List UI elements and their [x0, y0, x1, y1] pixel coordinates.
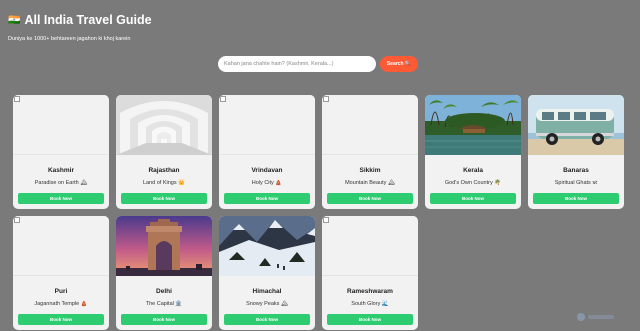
destination-tagline: The Capital 🏛️	[145, 301, 183, 307]
broken-image-icon	[323, 217, 329, 223]
broken-image-icon	[14, 217, 20, 223]
destination-tagline: Jagannath Temple 🛕	[34, 301, 88, 307]
destination-name: Rajasthan	[148, 167, 180, 174]
destination-image-india-gate	[116, 216, 212, 276]
destination-name: Kashmir	[47, 167, 74, 174]
watermark-logo	[576, 312, 616, 324]
search-button[interactable]: Search 🔍	[380, 56, 418, 72]
destination-name: Banaras	[563, 167, 589, 174]
destination-card-banaras: Banaras Spiritual Ghats 🕉 Book Now	[528, 95, 624, 209]
destination-image-broken	[13, 216, 109, 276]
book-now-button[interactable]: Book Now	[224, 314, 310, 325]
destination-card-rajasthan: Rajasthan Land of Kings 👑 Book Now	[116, 95, 212, 209]
destination-image-broken	[322, 95, 418, 155]
broken-image-icon	[323, 96, 329, 102]
book-now-button[interactable]: Book Now	[121, 193, 207, 204]
destination-image-broken	[322, 216, 418, 276]
page-title: 🇮🇳 All India Travel Guide	[8, 13, 152, 27]
destination-tagline: Land of Kings 👑	[142, 180, 185, 186]
snow-mountains-illustration	[219, 216, 315, 276]
book-now-button[interactable]: Book Now	[224, 193, 310, 204]
destination-image-van	[528, 95, 624, 155]
destination-name: Rameshwaram	[347, 288, 393, 295]
destination-image-snow-mountains	[219, 216, 315, 276]
search-bar: Search 🔍	[218, 56, 418, 72]
destination-grid: Kashmir Paradise on Earth 🏔 Book Now Raj…	[13, 95, 624, 330]
broken-image-icon	[14, 96, 20, 102]
book-now-button[interactable]: Book Now	[327, 314, 413, 325]
kerala-houseboat-illustration	[425, 95, 521, 155]
destination-image-broken	[219, 95, 315, 155]
destination-card-kerala: Kerala God's Own Country 🌴 Book Now	[425, 95, 521, 209]
destination-card-himachal: Himachal Snowy Peaks 🏔 Book Now	[219, 216, 315, 330]
vintage-van-illustration	[528, 95, 624, 155]
book-now-button[interactable]: Book Now	[327, 193, 413, 204]
arches-illustration	[116, 95, 212, 155]
destination-tagline: South Glory 🌊	[351, 301, 389, 307]
destination-tagline: Holy City 🛕	[251, 180, 283, 186]
destination-name: Himachal	[252, 288, 282, 295]
book-now-button[interactable]: Book Now	[533, 193, 619, 204]
book-now-button[interactable]: Book Now	[430, 193, 516, 204]
destination-card-delhi: Delhi The Capital 🏛️ Book Now	[116, 216, 212, 330]
destination-tagline: Mountain Beauty 🏔	[345, 180, 395, 186]
page-title-text: All India Travel Guide	[24, 13, 152, 27]
book-now-button[interactable]: Book Now	[121, 314, 207, 325]
destination-image-arches	[116, 95, 212, 155]
destination-name: Sikkim	[359, 167, 381, 174]
destination-name: Puri	[54, 288, 68, 295]
destination-tagline: Spiritual Ghats 🕉	[554, 180, 598, 186]
destination-card-kashmir: Kashmir Paradise on Earth 🏔 Book Now	[13, 95, 109, 209]
india-gate-illustration	[116, 216, 212, 276]
destination-tagline: Snowy Peaks 🏔	[246, 301, 288, 307]
destination-image-broken	[13, 95, 109, 155]
page-header: 🇮🇳 All India Travel Guide Duniya ke 1000…	[8, 13, 152, 42]
watermark-logo-icon	[577, 313, 614, 321]
search-input[interactable]	[218, 56, 376, 72]
destination-name: Delhi	[156, 288, 172, 295]
destination-card-vrindavan: Vrindavan Holy City 🛕 Book Now	[219, 95, 315, 209]
page-subtitle: Duniya ke 1000+ behtareen jagahon ki kho…	[8, 36, 131, 42]
destination-card-sikkim: Sikkim Mountain Beauty 🏔 Book Now	[322, 95, 418, 209]
destination-card-rameshwaram: Rameshwaram South Glory 🌊 Book Now	[322, 216, 418, 330]
book-now-button[interactable]: Book Now	[18, 314, 104, 325]
book-now-button[interactable]: Book Now	[18, 193, 104, 204]
destination-tagline: Paradise on Earth 🏔	[34, 180, 88, 186]
destination-card-puri: Puri Jagannath Temple 🛕 Book Now	[13, 216, 109, 330]
destination-image-houseboat	[425, 95, 521, 155]
destination-tagline: God's Own Country 🌴	[444, 180, 502, 186]
broken-image-icon	[220, 96, 226, 102]
india-flag-icon: 🇮🇳	[8, 14, 22, 26]
destination-name: Kerala	[463, 167, 483, 174]
destination-name: Vrindavan	[251, 167, 283, 174]
